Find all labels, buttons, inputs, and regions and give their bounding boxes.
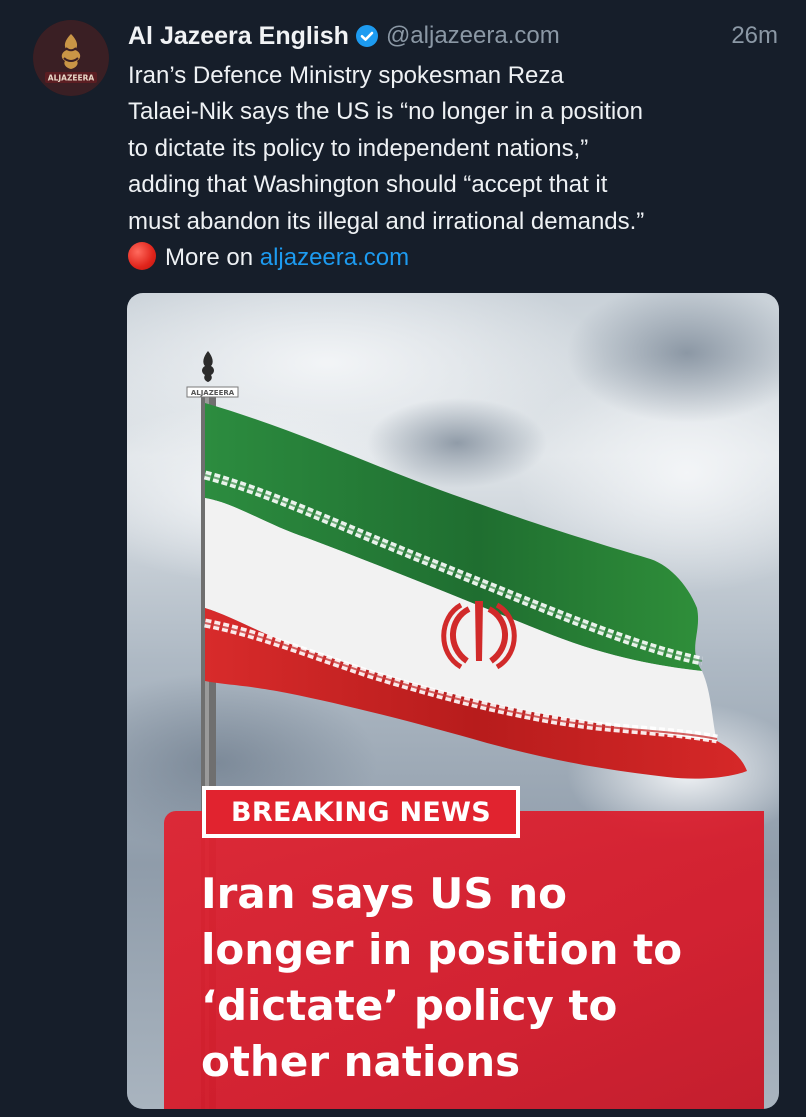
post: ALJAZEERA Al Jazeera English @aljazeera.… — [0, 0, 806, 1117]
image-headline: Iran says US no longer in position to ‘d… — [201, 866, 761, 1090]
avatar-text: ALJAZEERA — [48, 74, 95, 83]
headline-line: other nations — [201, 1037, 521, 1086]
aljazeera-logo-icon: ALJAZEERA — [33, 20, 109, 96]
breaking-news-label: BREAKING NEWS — [206, 790, 516, 834]
post-text-line: to dictate its policy to independent nat… — [128, 134, 589, 162]
post-header: Al Jazeera English @aljazeera.com 26m — [128, 18, 778, 54]
avatar[interactable]: ALJAZEERA — [33, 20, 109, 96]
red-circle-icon — [128, 242, 156, 271]
watermark-text: ALJAZEERA — [191, 389, 235, 397]
author-handle[interactable]: @aljazeera.com — [386, 22, 560, 50]
more-prefix: More on — [165, 244, 254, 272]
author-name[interactable]: Al Jazeera English — [128, 22, 349, 51]
breaking-news-badge: BREAKING NEWS — [202, 786, 520, 838]
post-text: Iran’s Defence Ministry spokesman Reza T… — [128, 58, 788, 276]
more-line: More on aljazeera.com — [128, 240, 788, 276]
headline-line: longer in position to — [201, 925, 683, 974]
post-text-line: must abandon its illegal and irrational … — [128, 207, 645, 235]
post-time[interactable]: 26m — [731, 22, 778, 50]
verified-badge-icon — [355, 25, 378, 47]
post-text-line: adding that Washington should “accept th… — [128, 171, 608, 199]
post-image[interactable]: ALJAZEERA BREAKING NEWS Iran says US no … — [127, 293, 779, 1109]
headline-line: Iran says US no — [201, 869, 567, 918]
post-text-line: Iran’s Defence Ministry spokesman Reza — [128, 62, 564, 89]
headline-line: ‘dictate’ policy to — [201, 981, 618, 1030]
post-text-line: Talaei-Nik says the US is “no longer in … — [128, 98, 643, 126]
aljazeera-link[interactable]: aljazeera.com — [260, 244, 409, 271]
